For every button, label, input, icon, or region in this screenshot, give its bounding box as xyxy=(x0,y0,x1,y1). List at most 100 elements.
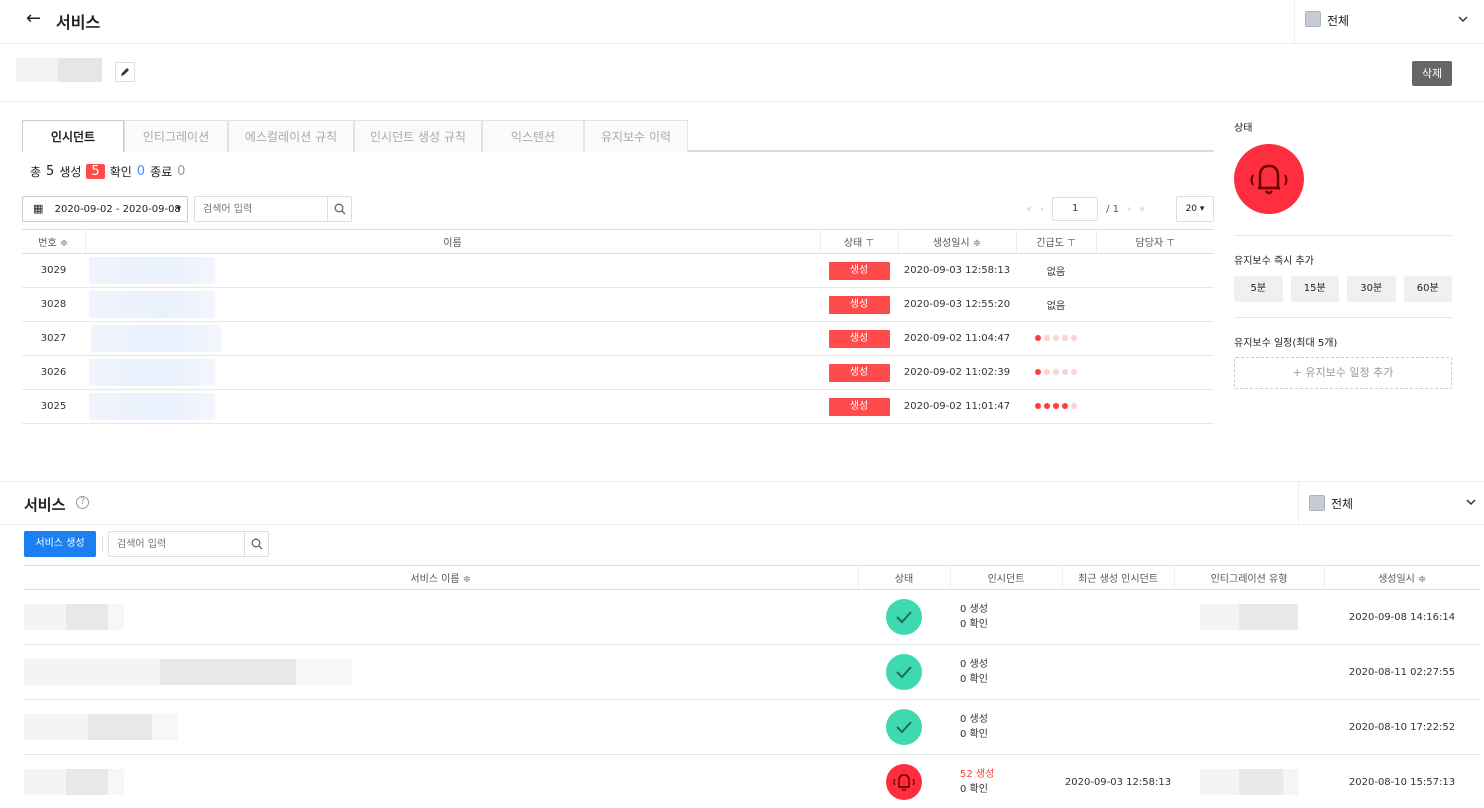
col-number[interactable]: 번호 ≑ xyxy=(22,229,86,254)
page-title: 서비스 xyxy=(56,13,101,32)
chevron-down-icon xyxy=(1466,495,1476,509)
help-icon[interactable]: ? xyxy=(76,496,89,509)
quick-maintenance-buttons: 5분 15분 30분 60분 xyxy=(1234,276,1452,302)
last-page-icon[interactable]: » xyxy=(1139,204,1145,215)
tab-incident-rules[interactable]: 인시던트 생성 규칙 xyxy=(354,120,482,152)
table-row[interactable]: 3029 생성 2020-09-03 12:58:13 없음 xyxy=(22,253,1214,288)
col-incidents: 인시던트 xyxy=(950,565,1063,590)
tab-maintenance-history[interactable]: 유지보수 이력 xyxy=(584,120,688,152)
tab-integrations[interactable]: 인티그레이션 xyxy=(124,120,228,152)
incident-number: 3026 xyxy=(22,355,85,390)
service-name-blurred[interactable] xyxy=(24,644,858,700)
tab-incidents[interactable]: 인시던트 xyxy=(22,120,124,152)
col-integration-type: 인티그레이션 유형 xyxy=(1174,565,1325,590)
service-name-blurred[interactable] xyxy=(24,589,858,645)
maint-60min-button[interactable]: 60분 xyxy=(1403,276,1452,302)
incident-name-blurred[interactable] xyxy=(85,287,820,322)
col-assignee[interactable]: 담당자 ⊤ xyxy=(1096,229,1214,254)
created-at: 2020-09-02 11:02:39 xyxy=(898,355,1016,390)
col-service-name[interactable]: 서비스 이름 ≑ xyxy=(24,565,859,590)
created-at: 2020-09-02 11:01:47 xyxy=(898,389,1016,424)
status-badge: 생성 xyxy=(828,329,890,348)
resolved-count[interactable]: 0 xyxy=(177,164,185,179)
table-row[interactable]: 3027 생성 2020-09-02 11:04:47 xyxy=(22,321,1214,356)
per-page-select[interactable]: 20 ▾ xyxy=(1176,196,1214,222)
created-count: 0 생성 xyxy=(960,659,988,670)
maint-30min-button[interactable]: 30분 xyxy=(1347,276,1396,302)
project-selector[interactable]: 전체 xyxy=(1294,0,1484,44)
recent-incident xyxy=(1062,699,1174,755)
created-count[interactable]: 5 xyxy=(86,164,105,179)
search-input[interactable] xyxy=(195,197,328,221)
date-range-picker[interactable]: ▦ 2020-09-02 - 2020-09-08 ▾ xyxy=(22,196,188,222)
resolved-label: 종료 xyxy=(150,165,173,179)
status-cell: 생성 xyxy=(820,253,898,288)
add-schedule-button[interactable]: + 유지보수 일정 추가 xyxy=(1234,357,1452,389)
edit-name-button[interactable] xyxy=(115,62,135,82)
incident-name-blurred[interactable] xyxy=(85,355,820,390)
search-icon[interactable] xyxy=(244,532,268,556)
recent-incident xyxy=(1062,644,1174,700)
recent-incident[interactable]: 2020-09-03 12:58:13 xyxy=(1062,754,1174,808)
ack-count: 0 확인 xyxy=(960,784,988,795)
divider xyxy=(1234,235,1452,236)
bell-alert-icon xyxy=(886,764,922,800)
incident-number: 3029 xyxy=(22,253,85,288)
incident-table: 번호 ≑ 이름 상태 ⊤ 생성일시 ≑ 긴급도 ⊤ 담당자 ⊤ 3029 생성 … xyxy=(22,229,1214,424)
urgency-dots xyxy=(1016,355,1096,390)
col-created-at[interactable]: 생성일시 ≑ xyxy=(1324,565,1480,590)
created-at: 2020-09-03 12:58:13 xyxy=(898,253,1016,288)
urgency: 없음 xyxy=(1016,287,1096,322)
incident-name-blurred[interactable] xyxy=(85,389,820,424)
assignee xyxy=(1096,355,1214,390)
table-row[interactable]: 0 생성 0 확인 2020-08-11 02:27:55 xyxy=(24,644,1480,700)
create-service-button[interactable]: 서비스 생성 xyxy=(24,531,96,557)
ack-count[interactable]: 0 xyxy=(137,164,145,179)
table-row[interactable]: 3028 생성 2020-09-03 12:55:20 없음 xyxy=(22,287,1214,322)
table-row[interactable]: 3025 생성 2020-09-02 11:01:47 xyxy=(22,389,1214,424)
table-row[interactable]: 0 생성 0 확인 2020-09-08 14:16:14 xyxy=(24,589,1480,645)
status-cell xyxy=(858,644,950,700)
tab-escalation-rules[interactable]: 에스컬레이션 규칙 xyxy=(228,120,354,152)
created-at: 2020-08-10 15:57:13 xyxy=(1324,754,1480,808)
search-icon[interactable] xyxy=(327,197,351,221)
col-created-at[interactable]: 생성일시 ≑ xyxy=(898,229,1017,254)
status-badge: 생성 xyxy=(828,397,890,416)
col-status[interactable]: 상태 ⊤ xyxy=(820,229,899,254)
tab-extensions[interactable]: 익스텐션 xyxy=(482,120,584,152)
status-cell: 생성 xyxy=(820,321,898,356)
first-page-icon[interactable]: « xyxy=(1026,204,1032,215)
delete-button[interactable]: 삭제 xyxy=(1412,61,1452,86)
project-selector[interactable]: 전체 xyxy=(1298,482,1484,525)
created-count[interactable]: 52 생성 xyxy=(960,767,1062,782)
arrow-left-icon[interactable]: ← xyxy=(26,8,41,29)
maint-15min-button[interactable]: 15분 xyxy=(1290,276,1339,302)
prev-page-icon[interactable]: ‹ xyxy=(1040,204,1044,215)
next-page-icon[interactable]: › xyxy=(1127,204,1131,215)
assignee xyxy=(1096,287,1214,322)
status-panel: 상태 유지보수 즉시 추가 5분 15분 30분 60분 유지보수 일정(최대 … xyxy=(1234,102,1452,389)
service-name-blurred[interactable] xyxy=(24,699,858,755)
created-at: 2020-09-08 14:16:14 xyxy=(1324,589,1480,645)
table-row[interactable]: 3026 생성 2020-09-02 11:02:39 xyxy=(22,355,1214,390)
total-count: 5 xyxy=(46,164,55,179)
status-badge: 생성 xyxy=(828,295,890,314)
top-bar: ← 서비스 전체 xyxy=(0,0,1484,44)
search-input[interactable] xyxy=(109,532,245,556)
table-row[interactable]: 0 생성 0 확인 2020-08-10 17:22:52 xyxy=(24,699,1480,755)
assignee xyxy=(1096,253,1214,288)
project-label: 전체 xyxy=(1327,14,1350,28)
service-name-blurred[interactable] xyxy=(24,754,858,808)
check-icon xyxy=(886,654,922,690)
status-cell xyxy=(858,589,950,645)
col-urgency[interactable]: 긴급도 ⊤ xyxy=(1016,229,1097,254)
project-icon xyxy=(1309,495,1325,511)
page-input[interactable]: 1 xyxy=(1052,197,1099,221)
maint-5min-button[interactable]: 5분 xyxy=(1234,276,1283,302)
created-at: 2020-08-11 02:27:55 xyxy=(1324,644,1480,700)
incident-name-blurred[interactable] xyxy=(85,321,820,356)
date-range-value: 2020-09-02 - 2020-09-08 xyxy=(54,204,181,215)
incident-name-blurred[interactable] xyxy=(85,253,820,288)
table-row[interactable]: 52 생성 0 확인 2020-09-03 12:58:13 2020-08-10… xyxy=(24,754,1480,808)
bell-alert-icon xyxy=(1234,144,1304,214)
